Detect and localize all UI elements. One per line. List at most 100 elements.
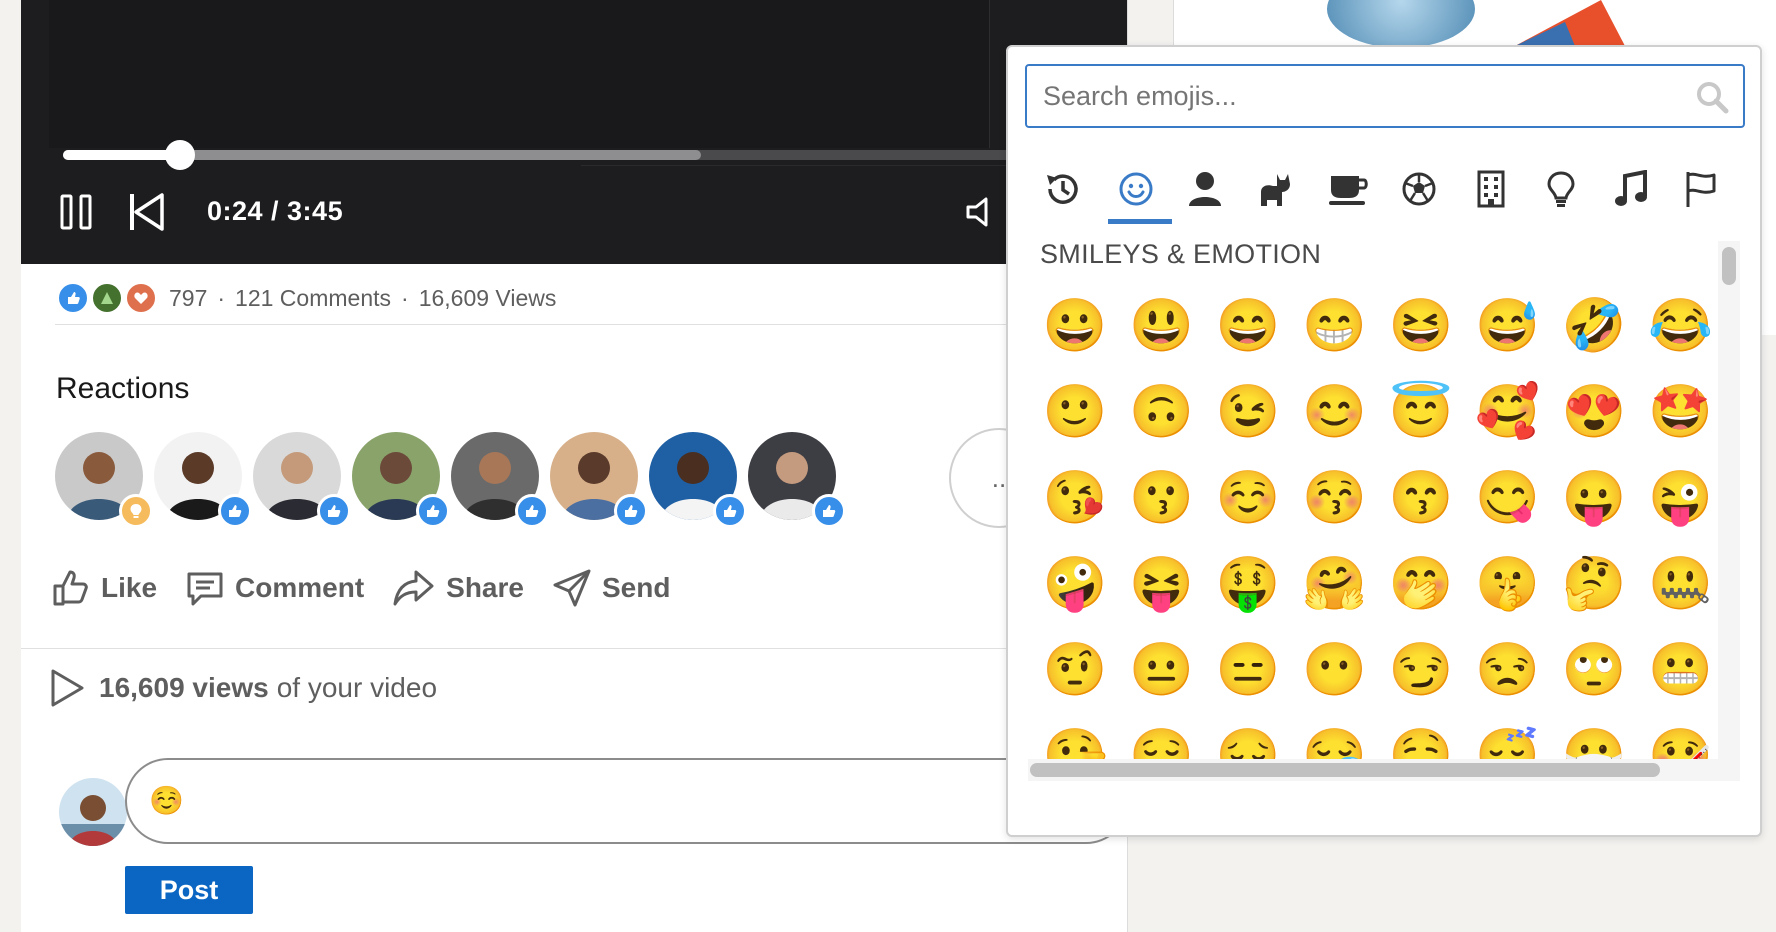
send-button[interactable]: Send (552, 568, 670, 608)
video-views-suffix: of your video (276, 672, 438, 703)
emoji-item[interactable]: 😔 (1205, 713, 1292, 759)
video-views-row[interactable]: 16,609 views of your video (49, 668, 437, 708)
video-progress-bar[interactable] (63, 140, 1127, 170)
emoji-item[interactable]: 😏 (1378, 627, 1465, 713)
scrollbar-thumb[interactable] (1722, 247, 1736, 285)
emoji-item[interactable]: 😙 (1378, 455, 1465, 541)
tab-symbols[interactable] (1596, 159, 1666, 219)
emoji-item[interactable]: 😍 (1551, 369, 1638, 455)
progress-played (63, 150, 181, 160)
emoji-item[interactable]: 🤒 (1638, 713, 1725, 759)
emoji-item[interactable]: 🥰 (1465, 369, 1552, 455)
emoji-search-input[interactable] (1041, 76, 1675, 116)
emoji-item[interactable]: 🤨 (1032, 627, 1119, 713)
emoji-picker: SMILEYS & EMOTION 😀😃😄😁😆😅🤣😂 🙂🙃😉😊😇🥰😍🤩 😘😗☺️😚😙… (1006, 45, 1762, 837)
tab-smileys[interactable] (1101, 159, 1171, 219)
emoji-item[interactable]: 😬 (1638, 627, 1725, 713)
emoji-item[interactable]: 😚 (1292, 455, 1379, 541)
emoji-search-box[interactable] (1025, 64, 1745, 128)
tab-animals[interactable] (1240, 159, 1310, 219)
like-button[interactable]: Like (51, 568, 157, 608)
mute-button[interactable] (961, 192, 1001, 232)
emoji-item[interactable]: 😋 (1465, 455, 1552, 541)
tab-flags[interactable] (1666, 159, 1736, 219)
emoji-item[interactable]: 😪 (1292, 713, 1379, 759)
current-user-avatar[interactable] (59, 778, 127, 846)
emoji-item[interactable]: 🤥 (1032, 713, 1119, 759)
scrollbar-thumb[interactable] (1030, 763, 1660, 777)
tab-objects[interactable] (1526, 159, 1596, 219)
emoji-item[interactable]: 🤤 (1378, 713, 1465, 759)
emoji-item[interactable]: 😑 (1205, 627, 1292, 713)
previous-button[interactable] (127, 192, 167, 232)
emoji-horizontal-scrollbar[interactable] (1028, 759, 1740, 781)
reaction-count[interactable]: 797 (169, 285, 207, 312)
social-counts[interactable]: 797 · 121 Comments · 16,609 Views (57, 282, 556, 314)
emoji-item[interactable]: 😇 (1378, 369, 1465, 455)
share-button[interactable]: Share (392, 568, 524, 608)
emoji-item[interactable]: 😝 (1119, 541, 1206, 627)
like-reaction-icon (57, 282, 89, 314)
thumbs-up-icon (53, 570, 88, 606)
emoji-item[interactable]: 😊 (1292, 369, 1379, 455)
emoji-item[interactable]: 😛 (1551, 455, 1638, 541)
emoji-item[interactable]: 😴 (1465, 713, 1552, 759)
search-icon (1697, 82, 1729, 114)
emoji-item[interactable]: 😄 (1205, 283, 1292, 369)
emoji-item[interactable]: 😐 (1119, 627, 1206, 713)
progress-handle[interactable] (165, 140, 196, 170)
emoji-item[interactable]: 🤐 (1638, 541, 1725, 627)
emoji-item[interactable]: 😂 (1638, 283, 1725, 369)
emoji-item[interactable]: 😜 (1638, 455, 1725, 541)
emoji-item[interactable]: 🤗 (1292, 541, 1379, 627)
emoji-item[interactable]: 🤑 (1205, 541, 1292, 627)
emoji-item[interactable]: 🤔 (1551, 541, 1638, 627)
emoji-item[interactable]: 🤣 (1551, 283, 1638, 369)
comments-count[interactable]: 121 Comments (235, 285, 391, 312)
emoji-item[interactable]: 🙂 (1032, 369, 1119, 455)
emoji-item[interactable]: 🤭 (1378, 541, 1465, 627)
emoji-scroll-area[interactable]: 😀 😃 😄 😁 😆 😅 🤣 😂 🙂 🙃 😉 😊 😇 🥰 😍 🤩 😘 😗 ☺️ 😚 😙 😋 😛 😜 🤪 😝 🤑 🤗 🤭 🤫 🤔 🤐 🤨 😐 😑 😶 😏 😒 🙄… (1032, 283, 1724, 759)
post-button[interactable]: Post (125, 866, 253, 914)
emoji-item[interactable]: 🙄 (1551, 627, 1638, 713)
pause-button[interactable] (57, 192, 97, 232)
emoji-section-title: SMILEYS & EMOTION (1040, 239, 1322, 269)
emoji-item[interactable]: 😶 (1292, 627, 1379, 713)
celebrate-reaction-icon (91, 282, 123, 314)
share-label: Share (446, 572, 524, 603)
emoji-item[interactable]: 😘 (1032, 455, 1119, 541)
emoji-item[interactable]: 😷 (1551, 713, 1638, 759)
emoji-item[interactable]: 😆 (1378, 283, 1465, 369)
emoji-item[interactable]: 😌 (1119, 713, 1206, 759)
emoji-item[interactable]: 😃 (1119, 283, 1206, 369)
tab-people[interactable] (1170, 159, 1240, 219)
emoji-item[interactable]: ☺️ (1205, 455, 1292, 541)
comment-input[interactable]: ☺️ (125, 758, 1129, 844)
building-icon (1477, 170, 1505, 208)
emoji-vertical-scrollbar[interactable] (1718, 241, 1740, 759)
emoji-item[interactable]: 🤩 (1638, 369, 1725, 455)
video-player[interactable]: 0:24 / 3:45 (21, 0, 1127, 264)
post-actions: Like Comment Share Send (51, 568, 698, 608)
emoji-item[interactable]: 😒 (1465, 627, 1552, 713)
tab-places[interactable] (1456, 159, 1526, 219)
emoji-item[interactable]: 😉 (1205, 369, 1292, 455)
emoji-item[interactable]: 🤫 (1465, 541, 1552, 627)
music-icon (1615, 170, 1647, 206)
emoji-item[interactable]: 🤪 (1032, 541, 1119, 627)
emoji-item[interactable]: 🙃 (1119, 369, 1206, 455)
emoji-item[interactable]: 😗 (1119, 455, 1206, 541)
cone-graphic-icon (1515, 0, 1625, 46)
tab-activity[interactable] (1384, 159, 1454, 219)
love-reaction-icon (125, 282, 157, 314)
views-count[interactable]: 16,609 Views (419, 285, 557, 312)
emoji-item[interactable]: 😅 (1465, 283, 1552, 369)
emoji-item[interactable]: 😁 (1292, 283, 1379, 369)
reactions-heading: Reactions (56, 372, 190, 405)
comment-input-value: ☺️ (149, 785, 184, 816)
comment-button[interactable]: Comment (185, 568, 364, 608)
emoji-item[interactable]: 😀 (1032, 283, 1119, 369)
insightful-badge-icon (119, 494, 153, 528)
tab-recent[interactable] (1028, 159, 1098, 219)
tab-food[interactable] (1314, 159, 1384, 219)
